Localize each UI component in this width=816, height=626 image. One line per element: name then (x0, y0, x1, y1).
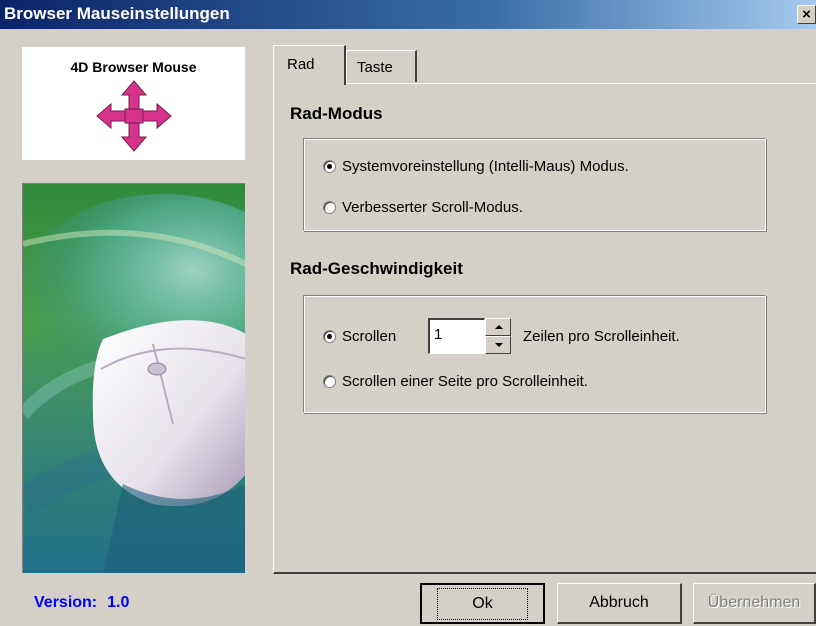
title-bar[interactable]: Browser Mauseinstellungen × (0, 0, 816, 29)
radio-improved-scroll[interactable]: Verbesserter Scroll-Modus. (323, 199, 523, 216)
lines-per-scroll-input[interactable]: 1 (428, 318, 485, 354)
cancel-button[interactable]: Abbruch (557, 583, 682, 624)
wheel-mode-title: Rad-Modus (290, 104, 383, 123)
tab-taste[interactable]: Taste (346, 50, 417, 82)
radio-label: Verbesserter Scroll-Modus. (342, 199, 523, 216)
radio-system-default[interactable]: Systemvoreinstellung (Intelli-Maus) Modu… (323, 158, 629, 175)
version-number: 1.0 (107, 594, 130, 611)
ok-label: Ok (437, 587, 528, 620)
logo-title: 4D Browser Mouse (70, 59, 197, 75)
apply-button[interactable]: Übernehmen (693, 583, 816, 624)
wheel-mode-group (303, 138, 766, 231)
radio-scroll-page[interactable]: Scrollen einer Seite pro Scrolleinheit. (323, 373, 588, 390)
wheel-speed-title: Rad-Geschwindigkeit (290, 259, 463, 278)
mouse-illustration (22, 183, 245, 573)
four-way-arrow-icon (96, 80, 172, 152)
radio-button-checked[interactable] (323, 160, 336, 173)
logo-panel: 4D Browser Mouse (22, 47, 245, 160)
radio-label: Systemvoreinstellung (Intelli-Maus) Modu… (342, 158, 629, 175)
radio-button[interactable] (323, 375, 336, 388)
window-title: Browser Mauseinstellungen (4, 4, 230, 23)
ok-button[interactable]: Ok (420, 583, 545, 624)
wheel-speed-group (303, 295, 766, 413)
lines-spinner[interactable] (485, 318, 511, 354)
version-info: Version: 1.0 (34, 594, 129, 612)
tab-rad[interactable]: Rad (273, 45, 346, 85)
version-label: Version: (34, 594, 98, 611)
radio-button-checked[interactable] (323, 330, 336, 343)
radio-button[interactable] (323, 201, 336, 214)
close-button[interactable]: × (797, 5, 816, 24)
spin-up-icon[interactable] (485, 318, 511, 336)
close-icon: × (802, 6, 811, 23)
scroll-label: Scrollen (342, 328, 397, 345)
lines-suffix: Zeilen pro Scrolleinheit. (523, 328, 680, 345)
spin-down-icon[interactable] (485, 336, 511, 354)
radio-scroll-lines[interactable]: Scrollen (323, 328, 396, 345)
radio-label: Scrollen einer Seite pro Scrolleinheit. (342, 373, 588, 390)
